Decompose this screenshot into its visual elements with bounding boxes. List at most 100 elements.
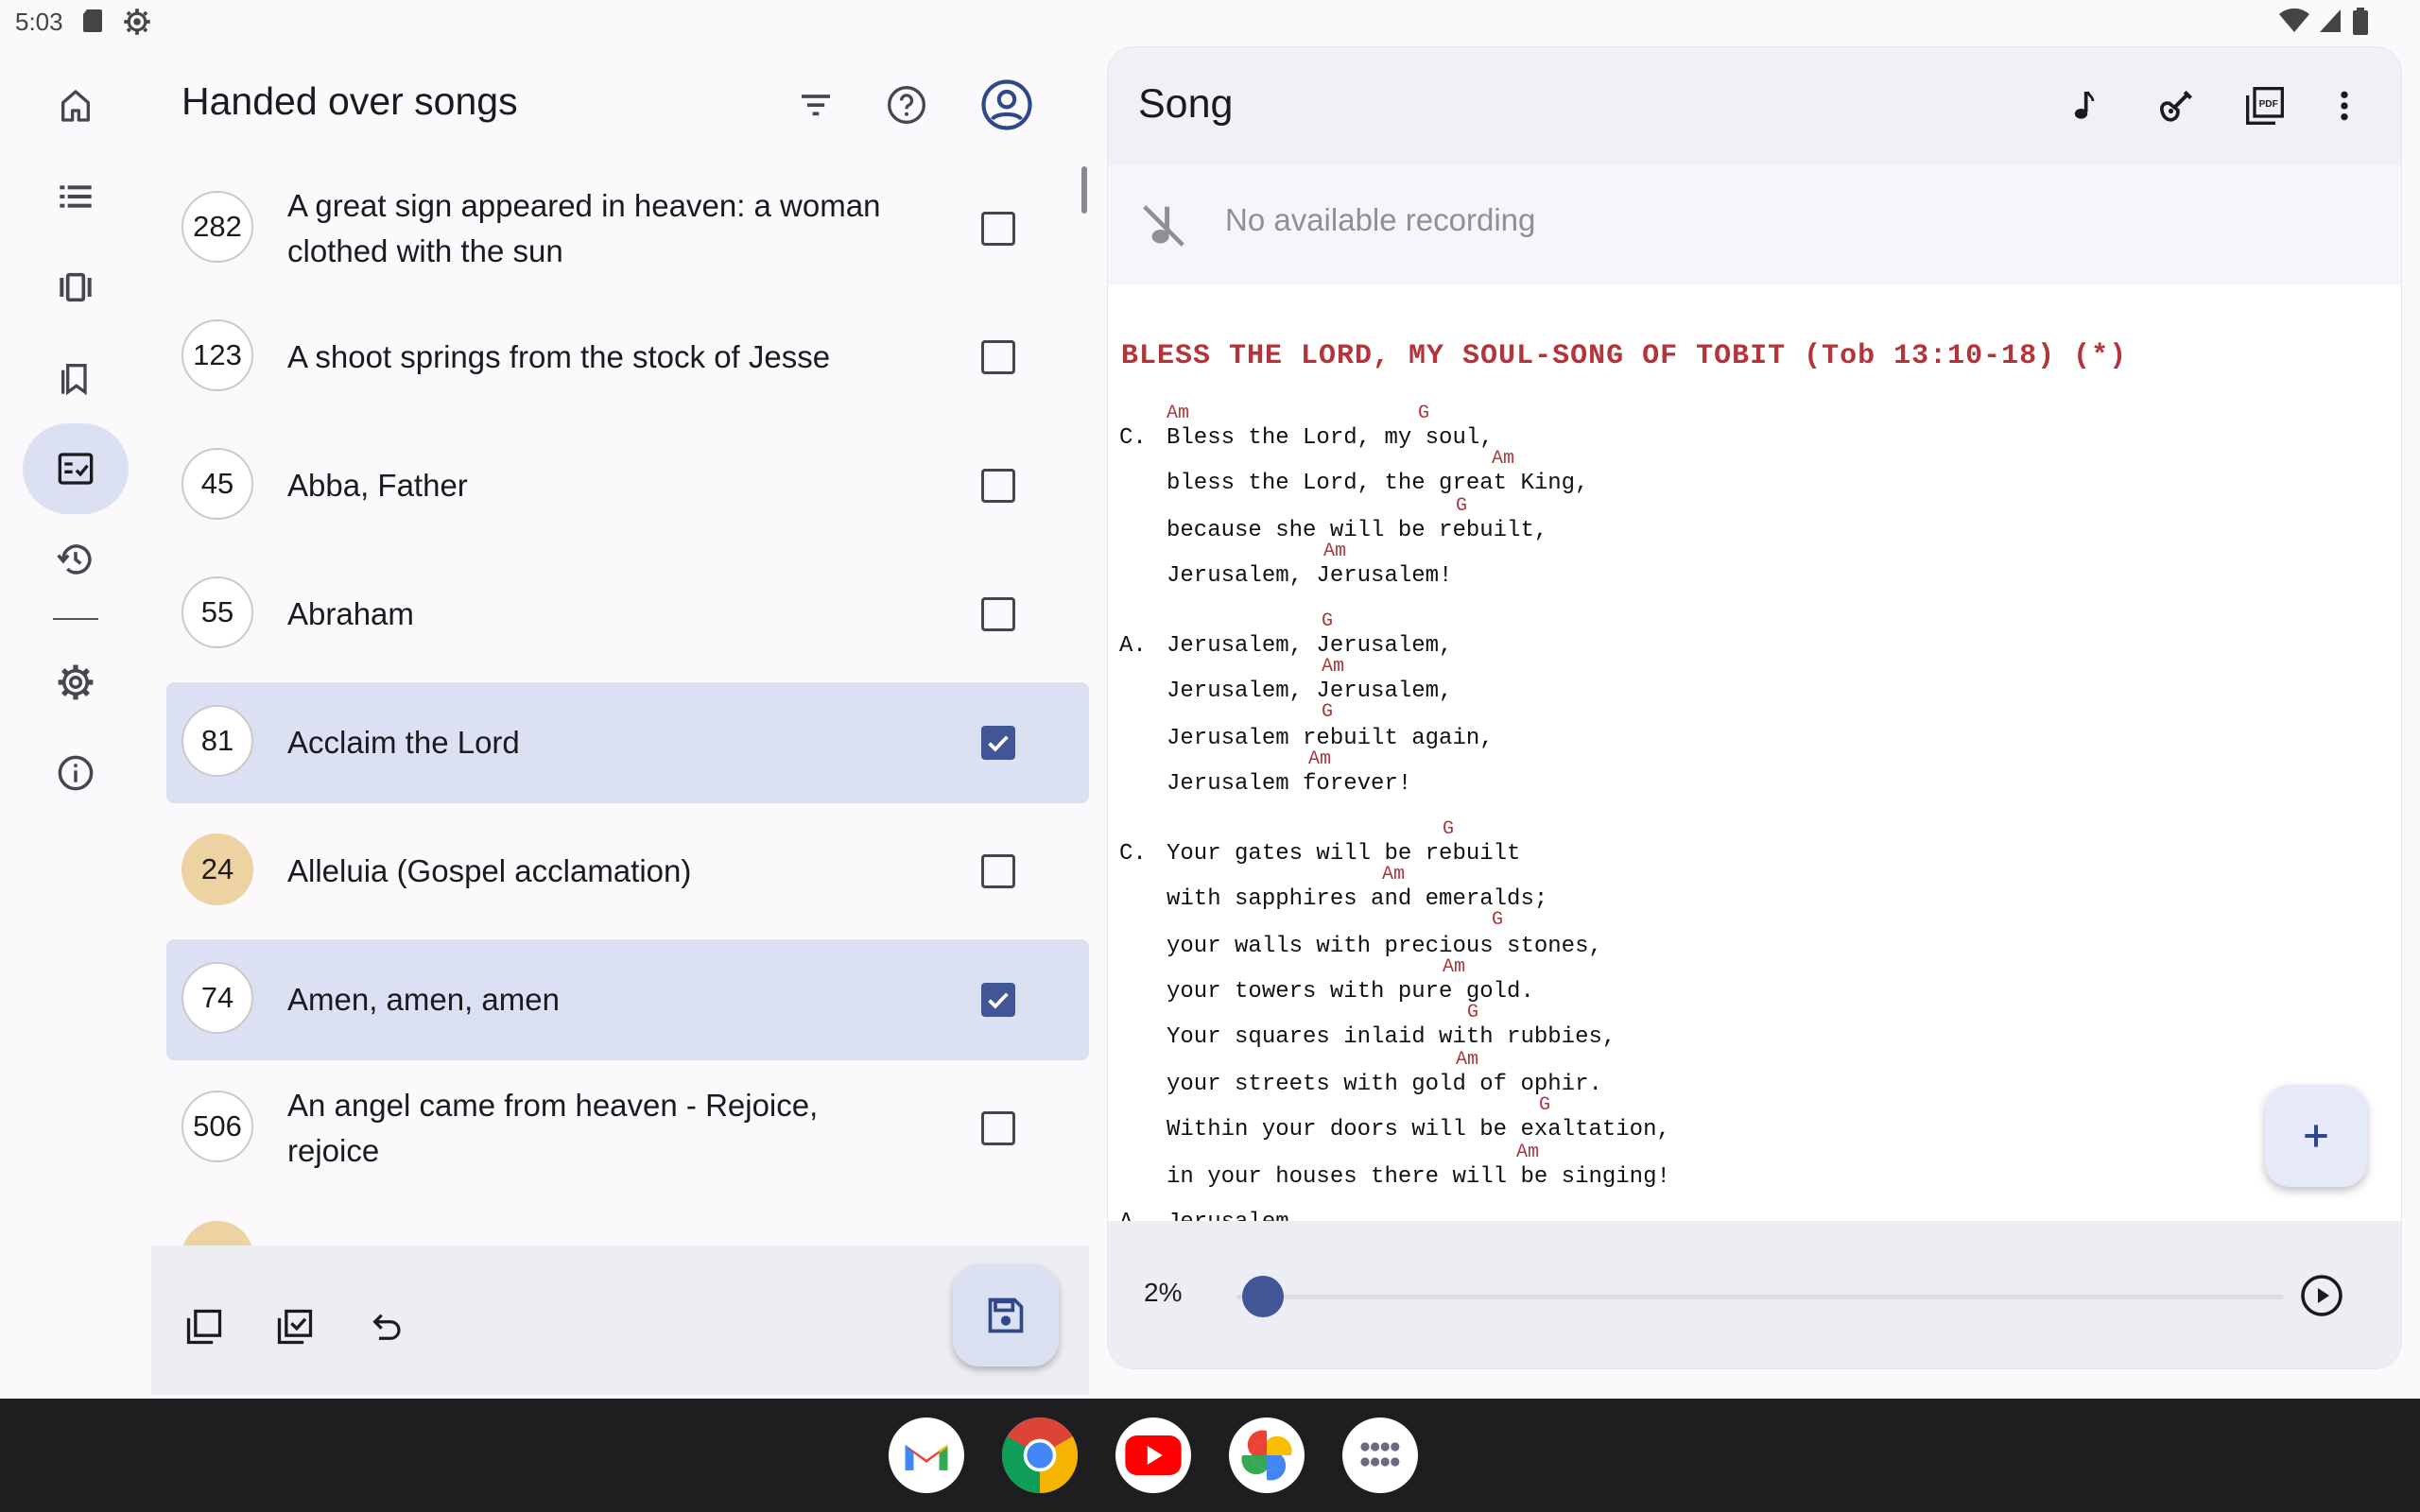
list-item[interactable]: 45 Abba, Father [166, 425, 1089, 546]
song-checkbox[interactable] [981, 854, 1015, 888]
list-scrollbar[interactable] [1081, 166, 1087, 214]
nav-info[interactable] [23, 728, 129, 818]
song-checkbox[interactable] [981, 340, 1015, 374]
help-icon [886, 84, 927, 126]
guitar-button[interactable] [2148, 77, 2204, 134]
chrome-app[interactable] [1002, 1418, 1078, 1493]
nav-list[interactable] [23, 151, 129, 242]
taskbar [0, 1399, 2420, 1512]
music-note-icon [2065, 85, 2102, 127]
photos-icon [1237, 1426, 1296, 1485]
photos-app[interactable] [1229, 1418, 1305, 1493]
status-time: 5:03 [15, 8, 63, 36]
verse-label: C. [1119, 425, 1147, 451]
chord: G [1322, 610, 1334, 632]
song-checkbox[interactable] [981, 212, 1015, 246]
song-checkbox[interactable] [981, 1111, 1015, 1145]
play-circle-icon [2299, 1273, 2344, 1318]
nav-carousel[interactable] [23, 242, 129, 333]
song-title: Alleluia (Gospel acclamation) [287, 853, 692, 888]
song-title: A great sign appeared in heaven: a woman… [287, 188, 881, 268]
gmail-icon [901, 1435, 952, 1475]
chord: Am [1492, 448, 1515, 470]
plus-icon [2297, 1117, 2335, 1155]
list-item[interactable]: 506 An angel came from heaven - Rejoice,… [166, 1068, 1089, 1189]
help-button[interactable] [879, 77, 934, 132]
lyric-line: your towers with pure gold. [1167, 979, 1534, 1005]
verse-label: A. [1119, 633, 1147, 659]
lyric-line: Within your doors will be exaltation, [1167, 1117, 1670, 1143]
song-checkbox[interactable] [981, 983, 1015, 1017]
app-drawer-icon [1359, 1441, 1401, 1469]
nav-bookmarks[interactable] [23, 333, 129, 423]
chord: G [1418, 403, 1430, 424]
list-item[interactable]: 55 Abraham [166, 554, 1089, 675]
filter-button[interactable] [788, 77, 843, 132]
nav-handed-over[interactable] [23, 423, 129, 514]
chord: Am [1516, 1142, 1540, 1163]
lyric-line: Your gates will be rebuilt [1167, 841, 1521, 867]
play-button[interactable] [2295, 1269, 2348, 1322]
wifi-icon [2278, 8, 2310, 34]
add-button[interactable] [2265, 1085, 2367, 1187]
chord: G [1456, 495, 1468, 517]
select-all-icon [183, 1306, 225, 1348]
lyric-line: bless the Lord, the great King, [1167, 471, 1589, 496]
list-item[interactable]: 123 A shoot springs from the stock of Je… [166, 297, 1089, 418]
song-number-badge: 45 [182, 448, 253, 520]
save-button[interactable] [953, 1264, 1059, 1366]
lyric-line: with sapphires and emeralds; [1167, 886, 1548, 912]
scroll-percent: 2% [1144, 1278, 1183, 1307]
nav-settings[interactable] [23, 637, 129, 728]
song-checkbox[interactable] [981, 469, 1015, 503]
lyric-line: Jerusalem.... [1167, 1210, 1343, 1221]
song-checkbox[interactable] [981, 726, 1015, 760]
chord: G [1443, 818, 1455, 840]
chord: G [1322, 701, 1334, 723]
more-options-button[interactable] [2316, 77, 2373, 134]
chord: G [1467, 1002, 1479, 1023]
select-all-button[interactable] [178, 1300, 231, 1353]
nav-history[interactable] [23, 514, 129, 605]
sd-card-icon [81, 8, 106, 34]
chord: G [1492, 909, 1504, 931]
list-item[interactable]: 24 Alleluia (Gospel acclamation) [166, 811, 1089, 932]
carousel-icon [55, 268, 96, 306]
lyric-line: Jerusalem, Jerusalem! [1167, 563, 1453, 589]
lyric-line: your streets with gold of ophir. [1167, 1072, 1602, 1097]
song-number-badge: 506 [182, 1091, 253, 1162]
no-recording-icon [1138, 200, 1189, 251]
scroll-slider-thumb[interactable] [1242, 1276, 1285, 1317]
chrome-icon [1002, 1418, 1078, 1493]
song-title: Abba, Father [287, 468, 468, 503]
checklist-icon [56, 450, 95, 488]
scroll-track[interactable] [1236, 1295, 2284, 1299]
more-vert-icon [2335, 87, 2354, 125]
song-number-badge: 81 [182, 705, 253, 777]
song-number-badge: 55 [182, 576, 253, 648]
music-note-button[interactable] [2055, 77, 2112, 134]
song-title: Abraham [287, 596, 414, 631]
pdf-button[interactable]: PDF [2237, 77, 2293, 134]
song-list: 282 A great sign appeared in heaven: a w… [166, 168, 1089, 1247]
list-item[interactable]: 81 Acclaim the Lord [166, 682, 1089, 803]
verse-label: A. [1119, 1210, 1147, 1221]
list-item[interactable]: 74 Amen, amen, amen [166, 939, 1089, 1060]
info-icon [56, 753, 95, 793]
page-title: Handed over songs [182, 79, 518, 123]
song-lyrics[interactable]: BLESS THE LORD, MY SOUL-SONG OF TOBIT (T… [1108, 285, 2401, 1221]
song-checkbox[interactable] [981, 597, 1015, 631]
youtube-app[interactable] [1115, 1418, 1191, 1493]
nav-home[interactable] [23, 60, 129, 151]
verse-label: C. [1119, 841, 1147, 867]
lyric-line: your walls with precious stones, [1167, 934, 1602, 959]
list-item[interactable]: 282 A great sign appeared in heaven: a w… [166, 168, 1089, 289]
check-all-button[interactable] [268, 1300, 321, 1353]
app-drawer[interactable] [1342, 1418, 1418, 1493]
gmail-app[interactable] [889, 1418, 964, 1493]
account-button[interactable] [979, 77, 1034, 132]
lyric-line: Your squares inlaid with rubbies, [1167, 1024, 1616, 1050]
undo-button[interactable] [359, 1300, 412, 1353]
settings-icon [56, 662, 95, 702]
lyric-line: Bless the Lord, my soul, [1167, 425, 1494, 451]
